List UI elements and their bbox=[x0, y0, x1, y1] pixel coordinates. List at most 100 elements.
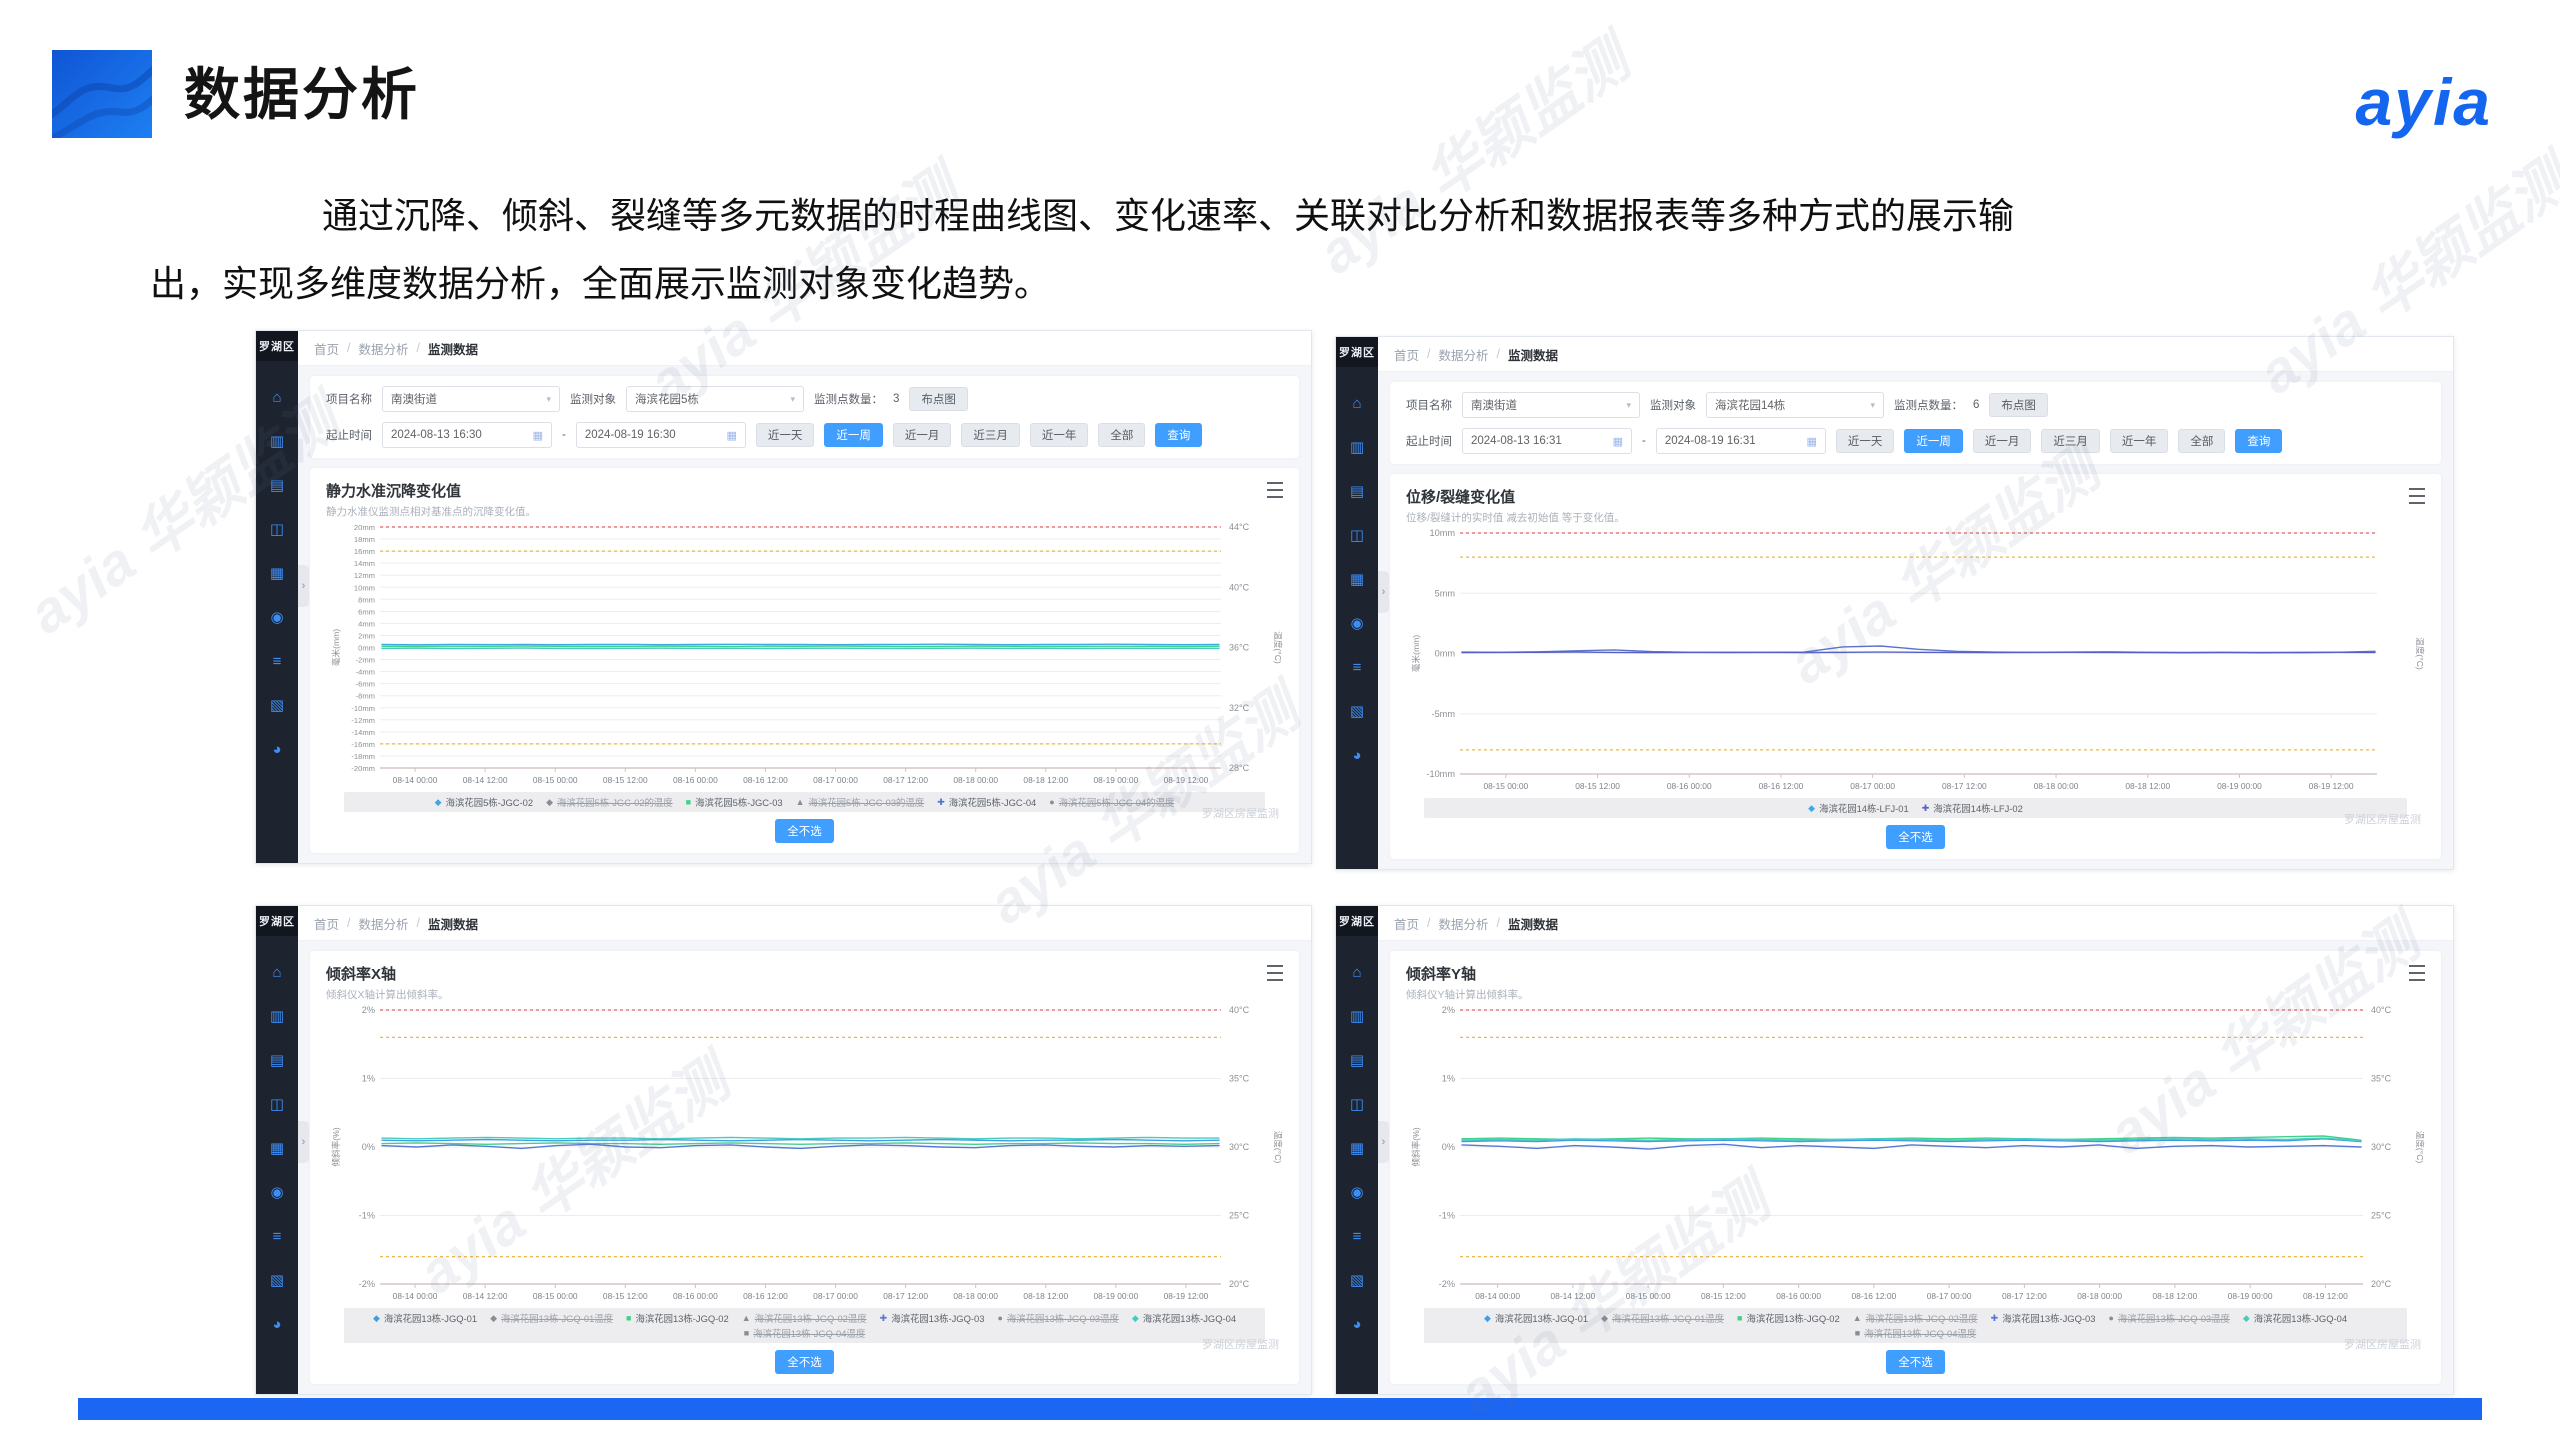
breadcrumb-item[interactable]: 数据分析 bbox=[359, 339, 409, 358]
shield-icon[interactable]: ◉ bbox=[256, 1170, 298, 1214]
legend-item[interactable]: ◆海滨花园13栋-JGQ-01 bbox=[373, 1311, 477, 1325]
shield-icon[interactable]: ◉ bbox=[1336, 1170, 1378, 1214]
trend-icon[interactable]: ◫ bbox=[1336, 513, 1378, 557]
legend-item[interactable]: ◆海滨花园13栋-JGQ-01温度 bbox=[490, 1311, 613, 1325]
form-icon[interactable]: ▧ bbox=[256, 683, 298, 727]
legend-item[interactable]: ●海滨花园13栋-JGQ-03温度 bbox=[2108, 1311, 2229, 1325]
range-button[interactable]: 近一周 bbox=[1904, 429, 1963, 453]
select-none-button[interactable]: 全不选 bbox=[1886, 1350, 1945, 1374]
range-button[interactable]: 近一周 bbox=[824, 423, 883, 447]
report-icon[interactable]: ▦ bbox=[256, 551, 298, 595]
target-select[interactable]: 海滨花园14栋▾ bbox=[1706, 392, 1884, 418]
legend-item[interactable]: ■海滨花园13栋-JGQ-02 bbox=[1737, 1311, 1840, 1325]
pie-icon[interactable]: ◕ bbox=[256, 727, 298, 771]
pie-icon[interactable]: ◕ bbox=[256, 1302, 298, 1346]
chart-menu-icon[interactable] bbox=[2409, 965, 2425, 981]
range-button[interactable]: 全部 bbox=[2178, 429, 2225, 453]
breadcrumb-item[interactable]: 首页 bbox=[314, 914, 339, 933]
target-select[interactable]: 海滨花园5栋▾ bbox=[626, 386, 804, 412]
legend-item[interactable]: ●海滨花园13栋-JGQ-03温度 bbox=[997, 1311, 1118, 1325]
layout-map-button[interactable]: 布点图 bbox=[909, 387, 968, 411]
trend-icon[interactable]: ◫ bbox=[256, 507, 298, 551]
project-select[interactable]: 南澳街道▾ bbox=[1462, 392, 1640, 418]
project-icon[interactable]: ▤ bbox=[256, 463, 298, 507]
monitor-icon[interactable]: ▥ bbox=[1336, 994, 1378, 1038]
list-icon[interactable]: ≡ bbox=[256, 1214, 298, 1258]
query-button[interactable]: 查询 bbox=[2235, 429, 2282, 453]
range-button[interactable]: 全部 bbox=[1098, 423, 1145, 447]
legend-item[interactable]: ◆海滨花园5栋-JGC-02 bbox=[435, 795, 533, 809]
sidebar-collapse-handle[interactable]: › bbox=[298, 565, 309, 607]
legend-item[interactable]: ■海滨花园5栋-JGC-03 bbox=[686, 795, 783, 809]
legend-item[interactable]: ◆海滨花园13栋-JGQ-01 bbox=[1484, 1311, 1588, 1325]
list-icon[interactable]: ≡ bbox=[1336, 1214, 1378, 1258]
legend-item[interactable]: ✚海滨花园13栋-JGQ-03 bbox=[1991, 1311, 2096, 1325]
breadcrumb-item[interactable]: 数据分析 bbox=[1439, 914, 1489, 933]
monitor-icon[interactable]: ▥ bbox=[256, 994, 298, 1038]
home-icon[interactable]: ⌂ bbox=[256, 375, 298, 419]
legend-item[interactable]: ◆海滨花园13栋-JGQ-04 bbox=[2243, 1311, 2347, 1325]
legend-item[interactable]: ✚海滨花园5栋-JGC-04 bbox=[937, 795, 1036, 809]
form-icon[interactable]: ▧ bbox=[1336, 1258, 1378, 1302]
home-icon[interactable]: ⌂ bbox=[1336, 381, 1378, 425]
breadcrumb-item[interactable]: 首页 bbox=[1394, 345, 1419, 364]
legend-item[interactable]: ●海滨花园5栋-JGC-04的温度 bbox=[1049, 795, 1174, 809]
legend-item[interactable]: ✚海滨花园13栋-JGQ-03 bbox=[880, 1311, 985, 1325]
sidebar-collapse-handle[interactable]: › bbox=[1378, 571, 1389, 613]
monitor-icon[interactable]: ▥ bbox=[1336, 425, 1378, 469]
breadcrumb-item[interactable]: 首页 bbox=[1394, 914, 1419, 933]
end-date-input[interactable]: 2024-08-19 16:31▦ bbox=[1656, 428, 1826, 454]
legend-item[interactable]: ■海滨花园13栋-JGQ-02 bbox=[626, 1311, 729, 1325]
sidebar-collapse-handle[interactable]: › bbox=[298, 1121, 309, 1163]
pie-icon[interactable]: ◕ bbox=[1336, 733, 1378, 777]
report-icon[interactable]: ▦ bbox=[1336, 557, 1378, 601]
legend-item[interactable]: ◆海滨花园13栋-JGQ-04 bbox=[1132, 1311, 1236, 1325]
start-date-input[interactable]: 2024-08-13 16:31▦ bbox=[1462, 428, 1632, 454]
select-none-button[interactable]: 全不选 bbox=[775, 1350, 834, 1374]
report-icon[interactable]: ▦ bbox=[256, 1126, 298, 1170]
breadcrumb-item[interactable]: 数据分析 bbox=[1439, 345, 1489, 364]
breadcrumb-item[interactable]: 首页 bbox=[314, 339, 339, 358]
legend-item[interactable]: ▲海滨花园13栋-JGQ-02温度 bbox=[742, 1311, 867, 1325]
legend-item[interactable]: ✚海滨花园14栋-LFJ-02 bbox=[1922, 801, 2023, 815]
list-icon[interactable]: ≡ bbox=[256, 639, 298, 683]
home-icon[interactable]: ⌂ bbox=[256, 950, 298, 994]
range-button[interactable]: 近一月 bbox=[1973, 429, 2032, 453]
project-icon[interactable]: ▤ bbox=[256, 1038, 298, 1082]
list-icon[interactable]: ≡ bbox=[1336, 645, 1378, 689]
trend-icon[interactable]: ◫ bbox=[1336, 1082, 1378, 1126]
range-button[interactable]: 近三月 bbox=[2041, 429, 2100, 453]
range-button[interactable]: 近三月 bbox=[961, 423, 1020, 447]
range-button[interactable]: 近一天 bbox=[756, 423, 815, 447]
form-icon[interactable]: ▧ bbox=[256, 1258, 298, 1302]
start-date-input[interactable]: 2024-08-13 16:30▦ bbox=[382, 422, 552, 448]
legend-item[interactable]: ◆海滨花园14栋-LFJ-01 bbox=[1808, 801, 1909, 815]
legend-item[interactable]: ▲海滨花园5栋-JGC-03的温度 bbox=[796, 795, 925, 809]
monitor-icon[interactable]: ▥ bbox=[256, 419, 298, 463]
range-button[interactable]: 近一月 bbox=[893, 423, 952, 447]
shield-icon[interactable]: ◉ bbox=[1336, 601, 1378, 645]
end-date-input[interactable]: 2024-08-19 16:30▦ bbox=[576, 422, 746, 448]
sidebar-collapse-handle[interactable]: › bbox=[1378, 1121, 1389, 1163]
breadcrumb-item[interactable]: 数据分析 bbox=[359, 914, 409, 933]
shield-icon[interactable]: ◉ bbox=[256, 595, 298, 639]
legend-item[interactable]: ◆海滨花园5栋-JGC-02的温度 bbox=[546, 795, 673, 809]
pie-icon[interactable]: ◕ bbox=[1336, 1302, 1378, 1346]
home-icon[interactable]: ⌂ bbox=[1336, 950, 1378, 994]
project-icon[interactable]: ▤ bbox=[1336, 469, 1378, 513]
range-button[interactable]: 近一年 bbox=[2110, 429, 2169, 453]
form-icon[interactable]: ▧ bbox=[1336, 689, 1378, 733]
chart-menu-icon[interactable] bbox=[1267, 482, 1283, 498]
query-button[interactable]: 查询 bbox=[1155, 423, 1202, 447]
report-icon[interactable]: ▦ bbox=[1336, 1126, 1378, 1170]
range-button[interactable]: 近一天 bbox=[1836, 429, 1895, 453]
project-select[interactable]: 南澳街道▾ bbox=[382, 386, 560, 412]
select-none-button[interactable]: 全不选 bbox=[1886, 825, 1945, 849]
layout-map-button[interactable]: 布点图 bbox=[1989, 393, 2048, 417]
legend-item[interactable]: ■海滨花园13栋-JGQ-04温度 bbox=[1855, 1326, 1976, 1340]
legend-item[interactable]: ■海滨花园13栋-JGQ-04温度 bbox=[744, 1326, 865, 1340]
range-button[interactable]: 近一年 bbox=[1030, 423, 1089, 447]
trend-icon[interactable]: ◫ bbox=[256, 1082, 298, 1126]
chart-menu-icon[interactable] bbox=[2409, 488, 2425, 504]
chart-menu-icon[interactable] bbox=[1267, 965, 1283, 981]
